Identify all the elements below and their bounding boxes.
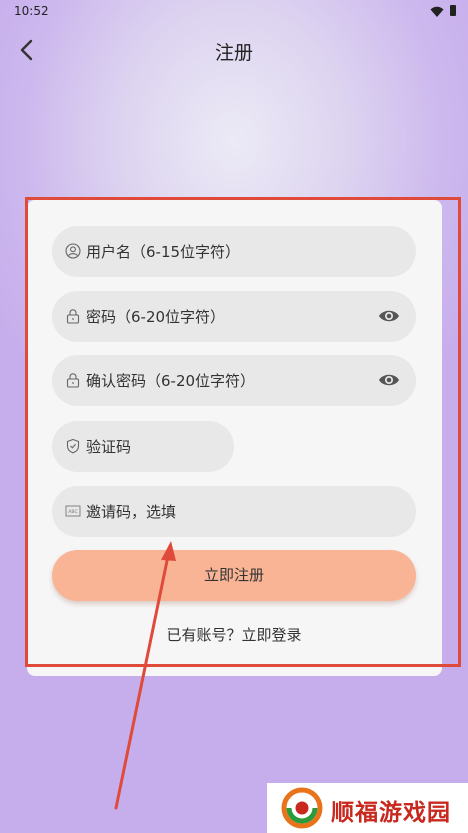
watermark-text: 顺福游戏园 <box>331 800 451 826</box>
watermark: 顺福游戏园 <box>267 783 468 833</box>
watermark-logo-icon <box>281 787 323 829</box>
arrow-annotation <box>114 541 176 810</box>
